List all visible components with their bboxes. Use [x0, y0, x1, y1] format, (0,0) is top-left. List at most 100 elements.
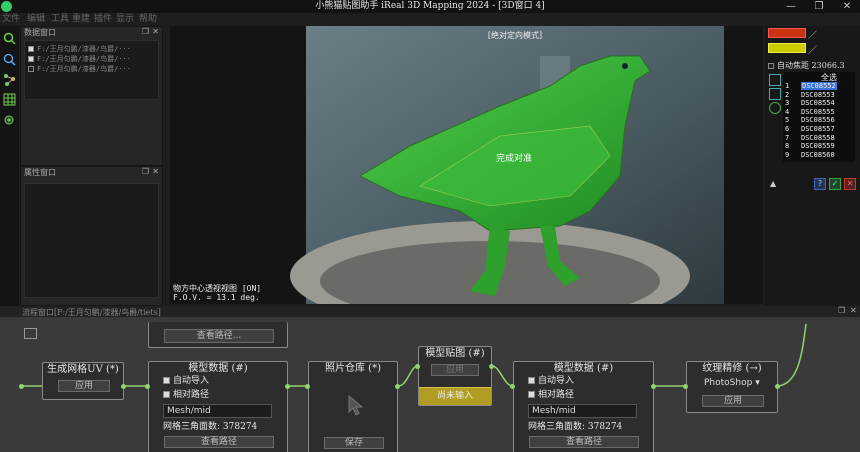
- checkbox[interactable]: [163, 377, 170, 384]
- photo-list-item[interactable]: 9 DSC08560: [785, 151, 860, 160]
- menu-help[interactable]: 帮助: [139, 13, 157, 26]
- checkbox[interactable]: [528, 391, 535, 398]
- checkbox[interactable]: [28, 46, 34, 52]
- checkbox[interactable]: [28, 66, 34, 72]
- node-port[interactable]: [415, 364, 420, 369]
- menu-rebuild[interactable]: 重建: [72, 13, 90, 26]
- close-icon[interactable]: ✕: [152, 27, 159, 36]
- cursor-icon: [345, 394, 367, 418]
- menu-plugins[interactable]: 插件: [94, 13, 112, 26]
- color-swatch-red[interactable]: [768, 28, 806, 38]
- item-label: F:/王月匀鹏/漆器/鸟爵/···: [37, 55, 131, 63]
- node-texture-mapping[interactable]: 模型贴图 (#) 应用 尚未输入: [418, 346, 492, 406]
- view-path-button[interactable]: 查看路径: [529, 436, 639, 448]
- grid-mesh-icon[interactable]: [3, 93, 16, 106]
- status-text: 完成对准: [496, 154, 533, 164]
- list-item[interactable]: F:/王月匀鹏/漆器/鸟爵/···: [28, 44, 131, 54]
- relative-path-row[interactable]: 相对路径: [163, 389, 209, 401]
- camera-icon[interactable]: [3, 114, 16, 127]
- checkbox[interactable]: [163, 391, 170, 398]
- float-icon[interactable]: ❐: [142, 27, 149, 36]
- help-icon[interactable]: ?: [814, 178, 826, 190]
- list-item[interactable]: F:/王月匀鹏/漆器/鸟爵/···: [28, 64, 131, 74]
- color-swatch-yellow[interactable]: [768, 43, 806, 53]
- pen-icon[interactable]: ／: [808, 28, 817, 41]
- checkbox[interactable]: [528, 377, 535, 384]
- node-title: 模型数据 (#): [553, 363, 614, 374]
- node-port[interactable]: [683, 384, 688, 389]
- node-generate-uv[interactable]: 生成网格UV (*) 应用: [42, 362, 124, 400]
- node-title: 模型贴图 (#): [425, 348, 485, 359]
- node-port[interactable]: [489, 364, 494, 369]
- node-model-data-1[interactable]: 模型数据 (#) 自动导入 相对路径 Mesh/mid 网格三角面数: 3782…: [148, 361, 288, 452]
- chevron-down-icon: ▾: [755, 378, 760, 388]
- data-window-panel: 数据窗口 ❐ ✕ F:/王月匀鹏/漆器/鸟爵/··· F:/王月匀鹏/漆器/鸟爵…: [20, 26, 163, 166]
- node-title: 模型数据 (#): [188, 363, 248, 374]
- face-count-value: 378274: [222, 422, 258, 432]
- list-item[interactable]: F:/王月匀鹏/漆器/鸟爵/···: [28, 54, 131, 64]
- status-badge: 尚未输入: [419, 387, 491, 405]
- relative-path-row[interactable]: 相对路径: [528, 389, 574, 401]
- auto-import-row[interactable]: 自动导入: [528, 375, 574, 387]
- checkbox[interactable]: [28, 56, 34, 62]
- property-window-panel: 属性窗口 ❐ ✕: [20, 166, 163, 306]
- node-port[interactable]: [775, 384, 780, 389]
- view-path-button[interactable]: 查看路径: [164, 436, 274, 448]
- node-port[interactable]: [145, 384, 150, 389]
- node-port[interactable]: [651, 384, 656, 389]
- face-count-value: 378274: [587, 422, 623, 432]
- zoom-search-icon[interactable]: [3, 53, 16, 66]
- float-icon[interactable]: ❐: [142, 167, 149, 176]
- photo-name: DSC08553: [801, 90, 835, 99]
- node-port[interactable]: [510, 384, 515, 389]
- mode-label: [绝对定向模式]: [487, 31, 543, 40]
- node-graph-icon[interactable]: [3, 73, 16, 86]
- node-port[interactable]: [19, 384, 24, 389]
- photoshop-dropdown[interactable]: PhotoShop ▾: [699, 377, 765, 390]
- menu-edit[interactable]: 编辑: [27, 13, 45, 26]
- 3d-viewport[interactable]: [绝对定向模式] 完成对准 物方中心透视视图 [ON] F.O.V. = 13.…: [170, 26, 763, 304]
- close-button[interactable]: ✕: [834, 0, 860, 13]
- auto-import-row[interactable]: 自动导入: [163, 375, 209, 387]
- auto-import-label: 自动导入: [173, 376, 210, 386]
- path-input[interactable]: Mesh/mid: [163, 404, 272, 418]
- collapse-icon[interactable]: ▲: [770, 179, 776, 188]
- auto-import-label: 自动导入: [538, 376, 575, 386]
- menu-display[interactable]: 显示: [116, 13, 134, 26]
- refresh-icon[interactable]: [769, 102, 781, 114]
- focus-value: 23066.3: [811, 61, 845, 70]
- minimize-button[interactable]: —: [778, 0, 804, 13]
- apply-button[interactable]: 应用: [431, 364, 479, 376]
- menu-bar: 文件 编辑 工具 重建 插件 显示 帮助: [0, 13, 170, 26]
- window-title: 小熊猫贴图助手 iReal 3D Mapping 2024 - [3D窗口 4]: [315, 1, 545, 11]
- item-label: F:/王月匀鹏/漆器/鸟爵/···: [37, 45, 131, 53]
- apply-button[interactable]: 应用: [702, 395, 764, 407]
- menu-file[interactable]: 文件: [2, 13, 20, 26]
- photo-name: DSC08554: [801, 99, 835, 108]
- node-texture-refine[interactable]: 纹理精修 (→) PhotoShop ▾ 应用: [686, 361, 778, 413]
- checkbox[interactable]: [768, 63, 774, 69]
- layer-icon[interactable]: [769, 74, 781, 86]
- flow-window: 流程窗口[F:/王月匀鹏/漆器/鸟爵/tiets] ❐ ✕ 查看路径... 生成…: [0, 306, 860, 452]
- node-photo-library[interactable]: 照片仓库 (*) 保存: [308, 361, 398, 452]
- check-icon[interactable]: ✓: [829, 178, 841, 190]
- photo-index: 9: [785, 150, 790, 159]
- focus-row[interactable]: 自动焦距 23066.3: [768, 60, 845, 71]
- view-path-button[interactable]: 查看路径...: [164, 329, 274, 343]
- image-icon[interactable]: [769, 88, 781, 100]
- apply-button[interactable]: 应用: [58, 380, 110, 392]
- search-icon[interactable]: [3, 32, 16, 45]
- close-icon[interactable]: ✕: [152, 167, 159, 176]
- cancel-icon[interactable]: ✕: [844, 178, 856, 190]
- node-port[interactable]: [305, 384, 310, 389]
- node-port[interactable]: [285, 384, 290, 389]
- pen-icon[interactable]: ／: [808, 43, 817, 56]
- menu-tools[interactable]: 工具: [51, 13, 69, 26]
- path-input[interactable]: Mesh/mid: [528, 404, 637, 418]
- node-port[interactable]: [395, 384, 400, 389]
- relative-path-label: 相对路径: [173, 390, 210, 400]
- maximize-button[interactable]: ❐: [806, 0, 832, 13]
- node-model-data-2[interactable]: 模型数据 (#) 自动导入 相对路径 Mesh/mid 网格三角面数: 3782…: [513, 361, 654, 452]
- save-button[interactable]: 保存: [324, 437, 384, 449]
- node-port[interactable]: [121, 384, 126, 389]
